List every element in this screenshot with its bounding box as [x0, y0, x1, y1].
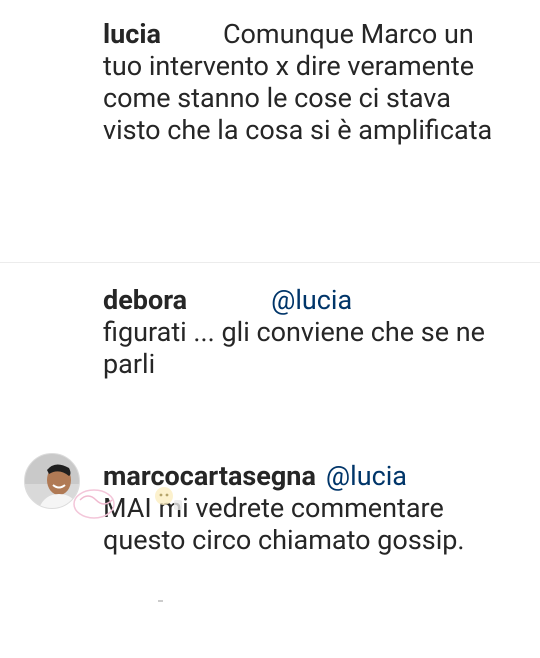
- comment-mention[interactable]: @lucia: [326, 460, 407, 492]
- comment-body: lucia Comunque Marco un tuo intervento x …: [103, 18, 503, 146]
- comment-username[interactable]: lucia: [103, 18, 161, 50]
- comment-text: MAI mi vedrete commentare questo circo c…: [103, 492, 465, 556]
- avatar[interactable]: [24, 453, 80, 509]
- comment-username[interactable]: marcocartasegna: [103, 460, 316, 492]
- comment-username[interactable]: debora: [103, 284, 187, 316]
- comment-body: debora @lucia figurati ... gli conviene c…: [103, 284, 503, 380]
- comment-mention[interactable]: @lucia: [271, 284, 352, 316]
- comment-text: Comunque Marco un tuo intervento x dire …: [103, 18, 493, 146]
- comment-body: marcocartasegna @lucia MAI mi vedrete com…: [103, 460, 503, 556]
- decorative-dot: [158, 600, 163, 602]
- comment-divider: [0, 262, 540, 263]
- comment-text: figurati ... gli conviene che se ne parl…: [103, 316, 485, 380]
- profile-photo-icon: [25, 454, 79, 508]
